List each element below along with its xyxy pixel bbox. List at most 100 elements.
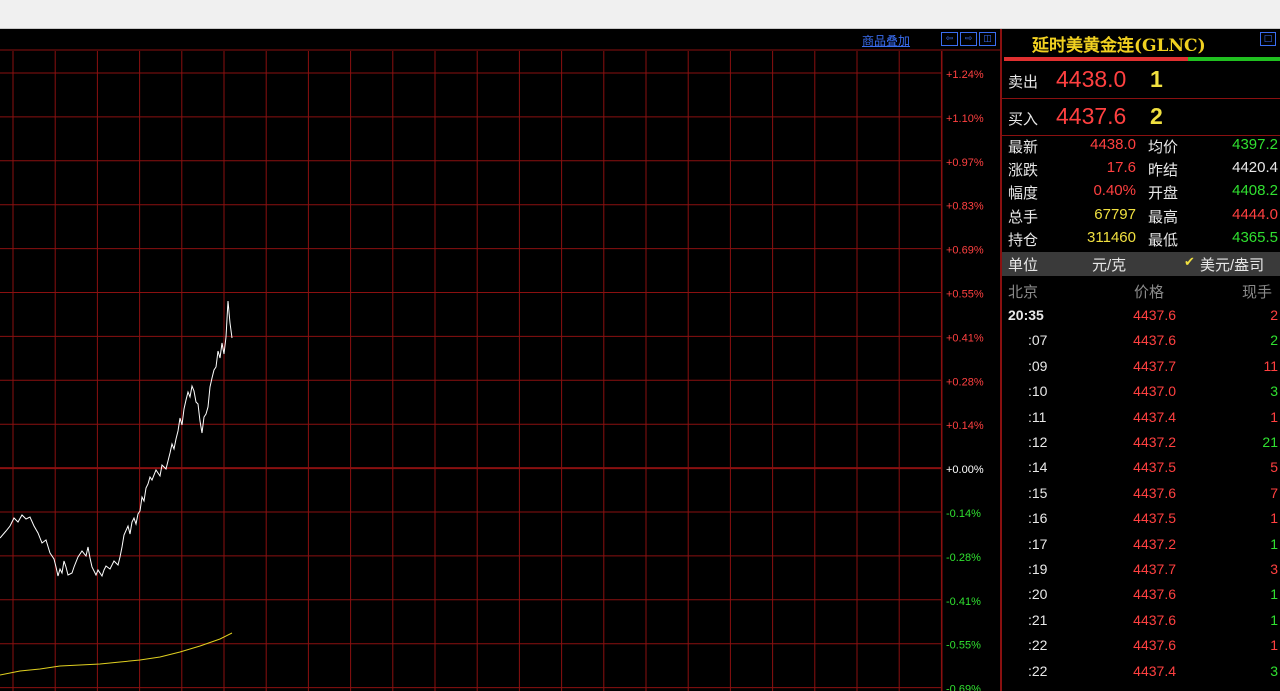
- tick-volume: 21: [1262, 434, 1278, 450]
- scroll-right-icon[interactable]: ⇨: [960, 32, 977, 46]
- axis-tick-label: -0.14%: [946, 508, 981, 520]
- stat-value: 4420.4: [1232, 159, 1278, 177]
- tick-price: 4437.7: [1133, 357, 1176, 374]
- tick-price: 4437.2: [1133, 434, 1176, 450]
- tick-price: 4437.5: [1133, 459, 1176, 476]
- tick-price: 4437.6: [1133, 307, 1176, 323]
- tick-price: 4437.6: [1133, 332, 1176, 349]
- tick-row[interactable]: :11 4437.4 1: [1002, 409, 1280, 431]
- axis-tick-label: -0.55%: [946, 640, 981, 652]
- stat-value: 67797: [1094, 205, 1136, 223]
- buy-ratio-segment: [1188, 57, 1280, 61]
- scroll-left-icon[interactable]: ⇦: [941, 32, 958, 46]
- tick-row[interactable]: :10 4437.0 3: [1002, 383, 1280, 405]
- chart-canvas[interactable]: +1.24% +1.10% +0.97% +0.83% +0.69% +0.55% +0.4…: [0, 29, 1000, 691]
- buy-label: 买入: [1008, 110, 1039, 128]
- axis-tick-label: +1.24%: [946, 69, 984, 81]
- buy-sell-ratio-bar: [1004, 57, 1280, 61]
- axis-tick-label: +0.97%: [946, 157, 984, 169]
- price-line: [0, 300, 233, 578]
- buy-price: 4437.6: [1056, 103, 1127, 129]
- stat-value: 4408.2: [1232, 182, 1278, 200]
- stat-label: 涨跌: [1008, 162, 1039, 180]
- sell-label: 卖出: [1008, 73, 1039, 91]
- tick-time: :19: [1028, 561, 1048, 577]
- window-top-bar: [0, 0, 1280, 29]
- tick-time: 20:35: [1008, 307, 1044, 323]
- sell-volume: 1: [1150, 66, 1163, 92]
- axis-tick-label: +1.10%: [946, 113, 984, 125]
- stat-label: 最低: [1148, 231, 1179, 249]
- axis-tick-label: +0.83%: [946, 201, 984, 213]
- tick-price: 4437.6: [1133, 586, 1176, 603]
- tick-time: :17: [1028, 535, 1048, 552]
- axis-tick-label: +0.14%: [946, 420, 984, 432]
- tick-row[interactable]: :22 4437.6 1: [1002, 637, 1280, 659]
- overlay-commodity-link[interactable]: 商品叠加: [862, 32, 910, 49]
- stat-value: 4444.0: [1232, 205, 1278, 223]
- ticks-header-volume: 现手: [1242, 283, 1273, 301]
- unit-label: 单位: [1008, 257, 1039, 274]
- check-icon: ✔: [1184, 254, 1195, 269]
- tick-time: :20: [1028, 586, 1048, 603]
- tick-volume: 3: [1270, 383, 1278, 400]
- tick-volume: 5: [1270, 459, 1278, 476]
- tick-time: :07: [1028, 332, 1048, 349]
- tick-row[interactable]: 20:35 4437.6 2: [1002, 307, 1280, 329]
- tick-price: 4437.4: [1133, 662, 1176, 679]
- tick-row[interactable]: :20 4437.6 1: [1002, 586, 1280, 608]
- tick-volume: 11: [1263, 357, 1278, 374]
- maximize-icon[interactable]: □: [1260, 32, 1276, 46]
- tick-volume: 2: [1270, 307, 1278, 323]
- stat-value: 4365.5: [1232, 228, 1278, 246]
- tick-volume: 1: [1270, 611, 1278, 628]
- unit-alt-option[interactable]: 美元/盎司: [1200, 254, 1264, 275]
- stat-value: 311460: [1087, 228, 1136, 246]
- quote-title-row: 延时美黄金连(GLNC) □: [1002, 29, 1280, 57]
- unit-row[interactable]: 单位 元/克 ✔ 美元/盎司: [1002, 252, 1280, 276]
- tick-row[interactable]: :15 4437.6 7: [1002, 485, 1280, 507]
- tick-row[interactable]: :21 4437.6 1: [1002, 612, 1280, 634]
- stat-label: 最高: [1148, 208, 1179, 226]
- axis-tick-label: +0.00%: [946, 464, 984, 476]
- sell-quote-row: 卖出 4438.0 1: [1002, 62, 1280, 99]
- layout-icon[interactable]: ◫: [979, 32, 996, 46]
- tick-row[interactable]: :22 4437.4 3: [1002, 663, 1280, 685]
- tick-time: :10: [1028, 383, 1048, 400]
- tick-volume: 1: [1270, 408, 1278, 425]
- sell-ratio-segment: [1004, 57, 1188, 61]
- tick-volume: 1: [1270, 637, 1278, 654]
- unit-value[interactable]: 元/克: [1092, 254, 1126, 275]
- instrument-title: 延时美黄金连(GLNC): [1032, 36, 1206, 56]
- tick-price: 4437.6: [1133, 611, 1176, 628]
- stat-label: 最新: [1008, 139, 1039, 156]
- tick-volume: 1: [1270, 586, 1278, 603]
- tick-price: 4437.5: [1133, 510, 1176, 527]
- tick-time: :09: [1028, 357, 1048, 374]
- tick-row[interactable]: :17 4437.2 1: [1002, 536, 1280, 558]
- axis-tick-label: -0.41%: [946, 596, 981, 608]
- tick-row[interactable]: :09 4437.7 11: [1002, 358, 1280, 380]
- buy-volume: 2: [1150, 103, 1163, 129]
- tick-row[interactable]: :19 4437.7 3: [1002, 561, 1280, 583]
- stat-value: 4397.2: [1232, 136, 1278, 153]
- ticks-header-price: 价格: [1134, 283, 1165, 301]
- tick-row[interactable]: :07 4437.6 2: [1002, 332, 1280, 354]
- tick-volume: 3: [1270, 662, 1278, 679]
- intraday-chart[interactable]: +1.24% +1.10% +0.97% +0.83% +0.69% +0.55% +0.4…: [0, 29, 1000, 691]
- tick-volume: 7: [1270, 484, 1278, 501]
- stat-value: 17.6: [1106, 159, 1136, 177]
- tick-row[interactable]: :12 4437.2 21: [1002, 434, 1280, 456]
- tick-time: :11: [1028, 408, 1047, 425]
- tick-time: :15: [1028, 484, 1048, 501]
- stat-value: 4438.0: [1090, 136, 1136, 153]
- tick-row[interactable]: :16 4437.5 1: [1002, 510, 1280, 532]
- stat-label: 幅度: [1008, 185, 1039, 203]
- tick-row[interactable]: :14 4437.5 5: [1002, 459, 1280, 481]
- axis-tick-label: +0.28%: [946, 376, 984, 388]
- stat-label: 开盘: [1148, 185, 1179, 203]
- tick-time: :21: [1028, 611, 1048, 628]
- average-price-line: [0, 632, 233, 676]
- tick-price: 4437.7: [1133, 561, 1176, 577]
- tick-time: :14: [1028, 459, 1048, 476]
